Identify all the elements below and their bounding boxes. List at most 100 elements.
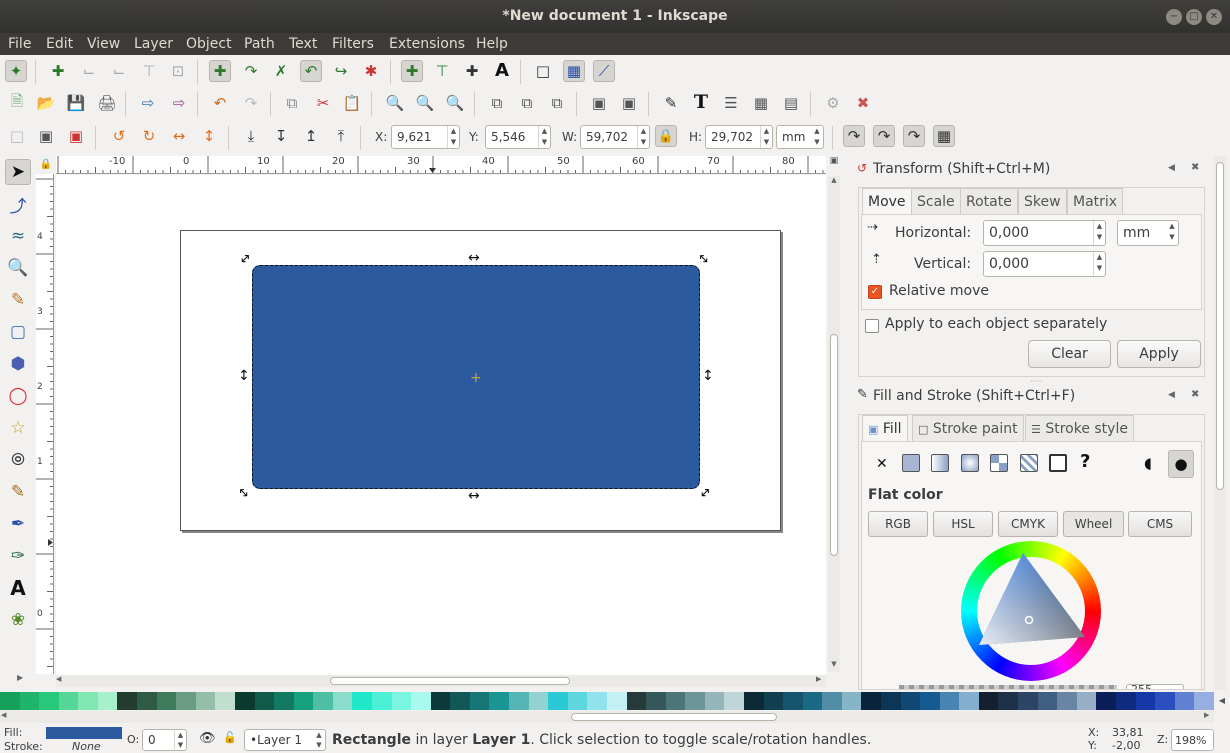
palette-swatch[interactable] [1076, 692, 1097, 710]
toolbox-more-icon[interactable]: ▶ [17, 673, 23, 682]
snap-bbox-midpoint-icon[interactable]: ⊤ [138, 60, 160, 82]
wheel-mode-button[interactable]: Wheel [1063, 511, 1124, 537]
minimize-button[interactable]: − [1166, 9, 1182, 25]
align-distribute-icon[interactable]: ▤ [780, 92, 802, 114]
snap-bbox-corner-icon[interactable]: ⌙ [108, 60, 130, 82]
palette-swatch[interactable] [1135, 692, 1156, 710]
palette-swatch[interactable] [1096, 692, 1116, 710]
zoom-drawing-icon[interactable]: 🔍 [414, 92, 436, 114]
palette-swatch[interactable] [606, 692, 627, 710]
palette-swatch[interactable] [371, 692, 392, 710]
menu-file[interactable]: File [8, 33, 31, 55]
colormanage-toggle-icon[interactable]: ▣ [826, 156, 842, 174]
palette-swatch[interactable] [646, 692, 666, 710]
palette-swatch[interactable] [841, 692, 862, 710]
rgb-mode-button[interactable]: RGB [868, 511, 928, 537]
snap-bbox-center-icon[interactable]: ⊡ [167, 60, 189, 82]
palette-swatch[interactable] [939, 692, 960, 710]
palette-swatch[interactable] [0, 692, 20, 710]
flip-horizontal-icon[interactable]: ↔ [168, 125, 190, 147]
palette-swatch[interactable] [78, 692, 98, 710]
tab-stroke-style[interactable]: ☰ Stroke style [1025, 415, 1134, 441]
palette-swatch[interactable] [763, 692, 784, 710]
tab-rotate[interactable]: Rotate [960, 188, 1018, 214]
text-tool-icon[interactable]: A [5, 575, 31, 601]
palette-swatch[interactable] [411, 692, 431, 710]
menu-help[interactable]: Help [476, 33, 508, 55]
palette-swatch[interactable] [234, 692, 255, 710]
guide-lock-icon[interactable]: 🔒 [36, 156, 56, 174]
palette-swatch[interactable] [783, 692, 803, 710]
alpha-slider[interactable] [899, 685, 1117, 689]
paste-icon[interactable]: 📋 [341, 92, 363, 114]
tab-skew[interactable]: Skew [1018, 188, 1067, 214]
palette-swatch[interactable] [1057, 692, 1077, 710]
palette-swatch[interactable] [332, 692, 353, 710]
deselect-icon[interactable]: ▣ [65, 125, 87, 147]
snap-cusp-nodes-icon[interactable]: ↶ [300, 60, 322, 82]
h-input[interactable]: 29,702 ▲ ▼ [705, 125, 773, 149]
palette-swatch[interactable] [509, 692, 529, 710]
print-icon[interactable]: 🖨 [96, 92, 118, 114]
snap-guides-icon[interactable]: ⟋ [593, 60, 615, 82]
scroll-left-icon[interactable]: ◀ [1, 711, 6, 719]
cut-icon[interactable]: ✂ [312, 92, 334, 114]
x-input[interactable]: 9,621 ▲ ▼ [391, 125, 460, 149]
pen-tool-icon[interactable]: ✒ [5, 511, 31, 537]
dock-scroll-thumb[interactable] [1216, 162, 1224, 490]
scale-handle-icon[interactable]: ↕ [238, 368, 250, 384]
palette-swatch[interactable] [489, 692, 510, 710]
palette-swatch[interactable] [58, 692, 79, 710]
cmyk-mode-button[interactable]: CMYK [998, 511, 1058, 537]
palette-swatch[interactable] [900, 692, 921, 710]
relative-move-checkbox[interactable]: ✓ [868, 285, 882, 299]
palette-swatch[interactable] [567, 692, 588, 710]
palette-swatch[interactable] [117, 692, 138, 710]
palette-swatch[interactable] [293, 692, 314, 710]
spin-arrows-icon[interactable]: ▲ ▼ [538, 126, 550, 148]
apply-button[interactable]: Apply [1117, 340, 1201, 368]
group-icon[interactable]: ▣ [588, 92, 610, 114]
xml-editor-icon[interactable]: ▦ [750, 92, 772, 114]
snap-midpoints-icon[interactable]: ✱ [360, 60, 382, 82]
unit-select[interactable]: mm ▲ ▼ [1117, 220, 1179, 246]
cms-mode-button[interactable]: CMS [1128, 511, 1192, 537]
preferences-icon[interactable]: ✖ [852, 92, 874, 114]
scroll-up-icon[interactable]: ▲ [828, 176, 840, 184]
palette-swatch[interactable] [978, 692, 999, 710]
palette-swatch[interactable] [626, 692, 647, 710]
copy-icon[interactable]: ⧉ [281, 92, 303, 114]
no-paint-icon[interactable]: ✕ [876, 456, 888, 472]
star-tool-icon[interactable]: ☆ [5, 415, 31, 441]
horizontal-scrollbar[interactable]: ◀ ▶ [56, 675, 826, 687]
palette-swatch[interactable] [274, 692, 294, 710]
tab-move[interactable]: Move [862, 188, 912, 214]
stroke-indicator[interactable]: None [72, 740, 101, 753]
import-icon[interactable]: ⇨ [137, 92, 159, 114]
linear-gradient-icon[interactable] [931, 454, 949, 472]
palette-swatch[interactable] [920, 692, 940, 710]
palette-swatch[interactable] [430, 692, 451, 710]
snap-smooth-nodes-icon[interactable]: ↪ [330, 60, 352, 82]
palette-swatch[interactable] [352, 692, 372, 710]
scale-handle-icon[interactable]: ↔ [468, 250, 480, 266]
vertical-input[interactable]: 0,000 ▲ ▼ [983, 251, 1106, 277]
unlink-clone-icon[interactable]: ⧉ [546, 92, 568, 114]
palette-scroll-thumb[interactable] [571, 713, 777, 721]
menu-text[interactable]: Text [289, 33, 317, 55]
palette-swatch[interactable] [156, 692, 177, 710]
open-icon[interactable]: 📂 [35, 92, 57, 114]
tab-fill[interactable]: ▣ Fill [862, 415, 908, 441]
snap-page-border-icon[interactable]: □ [532, 60, 554, 82]
palette-swatch[interactable] [1115, 692, 1136, 710]
drawing-canvas[interactable]: + ↕ ↔ ↕ ↕ ↕ ↕ ↔ ↕ [56, 175, 826, 675]
horizontal-input[interactable]: 0,000 ▲ ▼ [983, 220, 1106, 246]
zoom-input[interactable]: 198% [1171, 729, 1214, 751]
snap-text-baseline-icon[interactable]: A [491, 59, 513, 81]
node-tool-icon[interactable]: ⤴ [5, 191, 31, 217]
palette-swatch[interactable] [881, 692, 901, 710]
w-input[interactable]: 59,702 ▲ ▼ [580, 125, 650, 149]
radial-gradient-icon[interactable] [961, 454, 979, 472]
lock-ratio-icon[interactable]: 🔒 [655, 125, 677, 147]
spin-arrows-icon[interactable]: ▲ ▼ [637, 126, 649, 148]
